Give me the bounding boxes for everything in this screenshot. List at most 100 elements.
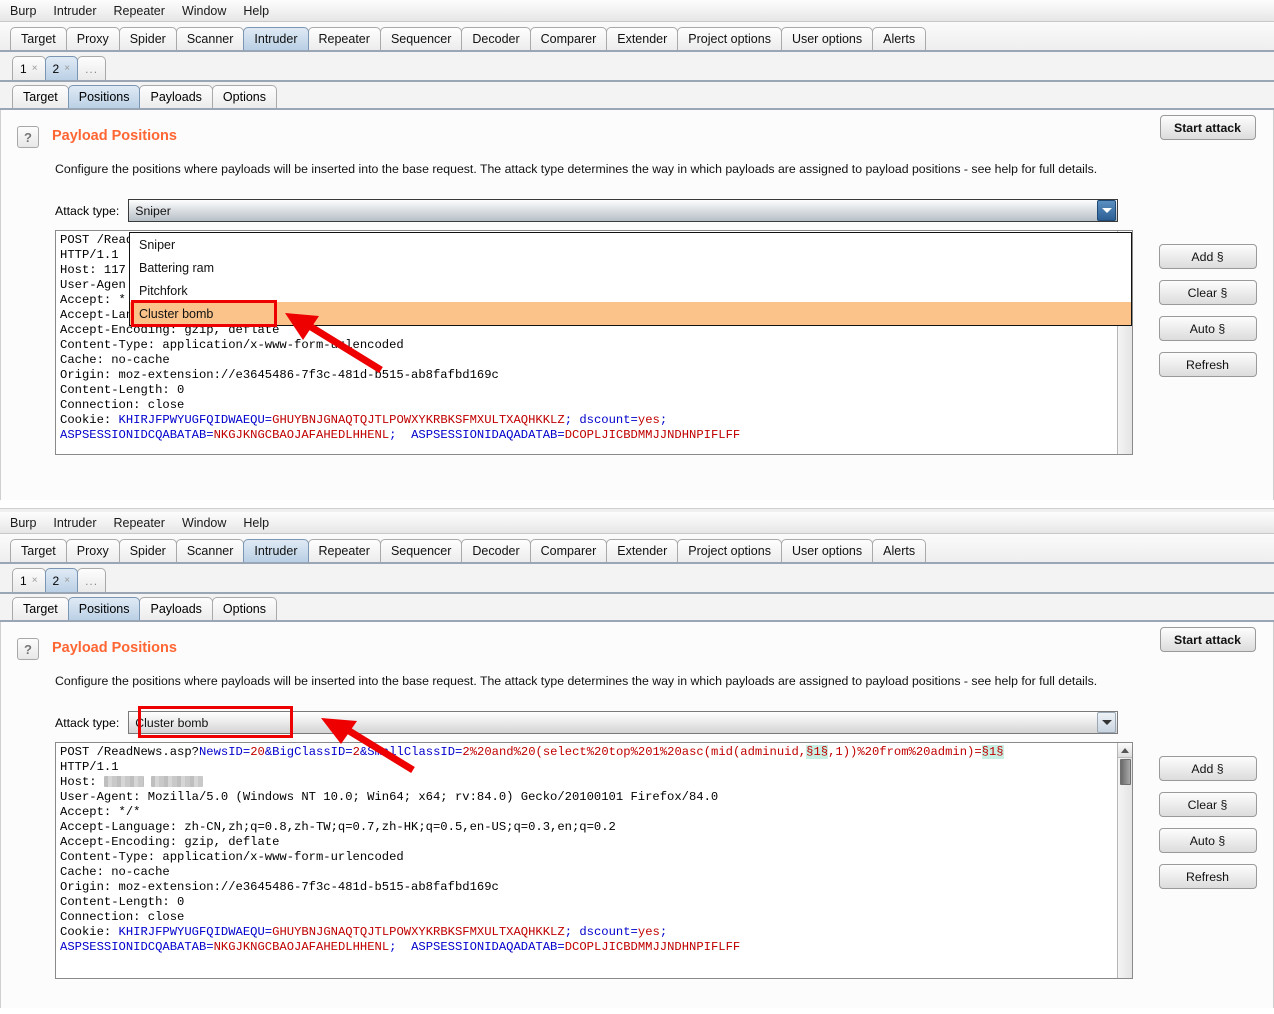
add-position-button[interactable]: Add § [1158, 756, 1257, 781]
main-tab-extender[interactable]: Extender [606, 539, 679, 562]
attack-tab-1[interactable]: 1 × [12, 568, 46, 592]
main-tab-decoder[interactable]: Decoder [461, 27, 531, 50]
dropdown-option-sniper[interactable]: Sniper [130, 233, 1131, 256]
menu-item-intruder[interactable]: Intruder [51, 3, 98, 19]
main-tab-proxy[interactable]: Proxy [65, 27, 120, 50]
menu-item-help[interactable]: Help [241, 3, 271, 19]
cookie-name: KHIRJFPWYUGFQIDWAEQU [118, 925, 265, 939]
main-tab-scanner[interactable]: Scanner [175, 27, 245, 50]
menu-item-window[interactable]: Window [180, 515, 228, 531]
main-tab-bar: Target Proxy Spider Scanner Intruder Rep… [0, 22, 1274, 52]
attack-tab-2[interactable]: 2 × [44, 568, 79, 592]
help-icon[interactable]: ? [17, 126, 39, 148]
tab-target[interactable]: Target [12, 597, 69, 620]
main-tab-target[interactable]: Target [10, 27, 67, 50]
tab-payloads[interactable]: Payloads [139, 597, 213, 620]
close-icon[interactable]: × [32, 575, 38, 586]
main-tab-extender[interactable]: Extender [606, 27, 679, 50]
main-tab-sequencer[interactable]: Sequencer [379, 539, 463, 562]
scroll-up-icon[interactable] [1117, 743, 1132, 758]
help-icon[interactable]: ? [17, 638, 39, 660]
main-tab-spider[interactable]: Spider [118, 27, 177, 50]
tab-positions[interactable]: Positions [67, 85, 141, 108]
attack-type-dropdown[interactable]: Sniper Battering ram Pitchfork Cluster b… [129, 232, 1132, 326]
main-tab-user-options[interactable]: User options [780, 27, 874, 50]
attack-type-value: Sniper [135, 203, 171, 218]
main-tab-intruder[interactable]: Intruder [243, 27, 309, 50]
cookie-name: KHIRJFPWYUGFQIDWAEQU [118, 413, 265, 427]
main-tab-bar: Target Proxy Spider Scanner Intruder Rep… [0, 534, 1274, 564]
attack-type-label: Attack type: [55, 203, 120, 218]
host-label: Host: [60, 775, 97, 789]
main-tab-target[interactable]: Target [10, 539, 67, 562]
burp-window-top: Burp Intruder Repeater Window Help Targe… [0, 0, 1274, 508]
main-tab-intruder[interactable]: Intruder [243, 539, 309, 562]
menu-item-intruder[interactable]: Intruder [51, 515, 98, 531]
menu-item-burp[interactable]: Burp [8, 3, 38, 19]
attack-type-select[interactable]: Cluster bomb [128, 711, 1119, 734]
req-cookie-line: Cookie: KHIRJFPWYUGFQIDWAEQU=GHUYBNJGNAQ… [60, 413, 668, 427]
scrollbar-thumb[interactable] [1119, 759, 1131, 785]
dropdown-option-pitchfork[interactable]: Pitchfork [130, 279, 1131, 302]
main-tab-repeater[interactable]: Repeater [307, 27, 381, 50]
chevron-down-icon[interactable] [1097, 712, 1117, 733]
auto-positions-button[interactable]: Auto § [1158, 828, 1257, 853]
cookie-name: ASPSESSIONIDAQADATAB [411, 428, 558, 442]
main-tab-user-options[interactable]: User options [780, 539, 874, 562]
menu-item-burp[interactable]: Burp [8, 515, 38, 531]
req-request-line: POST /ReadNews.asp?NewsID=20&BigClassID=… [60, 745, 1004, 759]
main-tab-proxy[interactable]: Proxy [65, 539, 120, 562]
menu-item-repeater[interactable]: Repeater [112, 515, 167, 531]
tab-options[interactable]: Options [211, 597, 278, 620]
dropdown-option-cluster-bomb[interactable]: Cluster bomb [130, 302, 1131, 325]
menu-item-window[interactable]: Window [180, 3, 228, 19]
close-icon[interactable]: × [32, 63, 38, 74]
menu-item-help[interactable]: Help [241, 515, 271, 531]
main-tab-project-options[interactable]: Project options [677, 539, 782, 562]
tab-options[interactable]: Options [211, 85, 278, 108]
auto-positions-button[interactable]: Auto § [1158, 316, 1257, 341]
add-position-button[interactable]: Add § [1158, 244, 1257, 269]
close-icon[interactable]: × [64, 575, 70, 586]
req-host-line: Host: [60, 775, 204, 789]
chevron-down-icon[interactable] [1097, 200, 1117, 221]
req-line: HTTP/1.1 [60, 760, 119, 774]
clear-positions-button[interactable]: Clear § [1158, 280, 1257, 305]
main-tab-alerts[interactable]: Alerts [872, 539, 927, 562]
attack-type-select[interactable]: Sniper [128, 199, 1119, 222]
tab-target[interactable]: Target [12, 85, 69, 108]
refresh-button[interactable]: Refresh [1158, 352, 1257, 377]
attack-tab-2[interactable]: 2 × [44, 56, 79, 80]
attack-tab-1[interactable]: 1 × [12, 56, 46, 80]
main-tab-alerts[interactable]: Alerts [872, 27, 927, 50]
request-editor-bottom[interactable]: POST /ReadNews.asp?NewsID=20&BigClassID=… [55, 742, 1133, 979]
req-cookie-line: ASPSESSIONIDCQABATAB=NKGJKNGCBAOJAFAHEDL… [60, 428, 741, 442]
main-tab-decoder[interactable]: Decoder [461, 539, 531, 562]
main-tab-scanner[interactable]: Scanner [175, 539, 245, 562]
req-line: HTTP/1.1 [60, 248, 119, 262]
req-value: 20 [250, 745, 265, 759]
payload-positions-panel-bottom: ? Payload Positions Configure the positi… [0, 622, 1274, 1008]
main-tab-repeater[interactable]: Repeater [307, 539, 381, 562]
main-tab-comparer[interactable]: Comparer [529, 27, 608, 50]
clear-positions-button[interactable]: Clear § [1158, 792, 1257, 817]
attack-tab-new[interactable]: ... [77, 568, 107, 592]
close-icon[interactable]: × [64, 63, 70, 74]
dropdown-option-battering-ram[interactable]: Battering ram [130, 256, 1131, 279]
attack-tab-new[interactable]: ... [77, 56, 107, 80]
tab-payloads[interactable]: Payloads [139, 85, 213, 108]
positions-tab-bar: Target Positions Payloads Options [0, 594, 1274, 622]
menu-item-repeater[interactable]: Repeater [112, 3, 167, 19]
main-tab-spider[interactable]: Spider [118, 539, 177, 562]
main-tab-project-options[interactable]: Project options [677, 27, 782, 50]
main-tab-comparer[interactable]: Comparer [529, 539, 608, 562]
tab-positions[interactable]: Positions [67, 597, 141, 620]
start-attack-button[interactable]: Start attack [1159, 115, 1256, 140]
attack-tab-2-label: 2 [52, 61, 60, 76]
start-attack-button[interactable]: Start attack [1159, 627, 1256, 652]
request-text-bottom[interactable]: POST /ReadNews.asp?NewsID=20&BigClassID=… [56, 743, 1117, 978]
request-scrollbar-bottom[interactable] [1117, 743, 1132, 978]
refresh-button[interactable]: Refresh [1158, 864, 1257, 889]
main-tab-sequencer[interactable]: Sequencer [379, 27, 463, 50]
req-line: Content-Length: 0 [60, 383, 185, 397]
